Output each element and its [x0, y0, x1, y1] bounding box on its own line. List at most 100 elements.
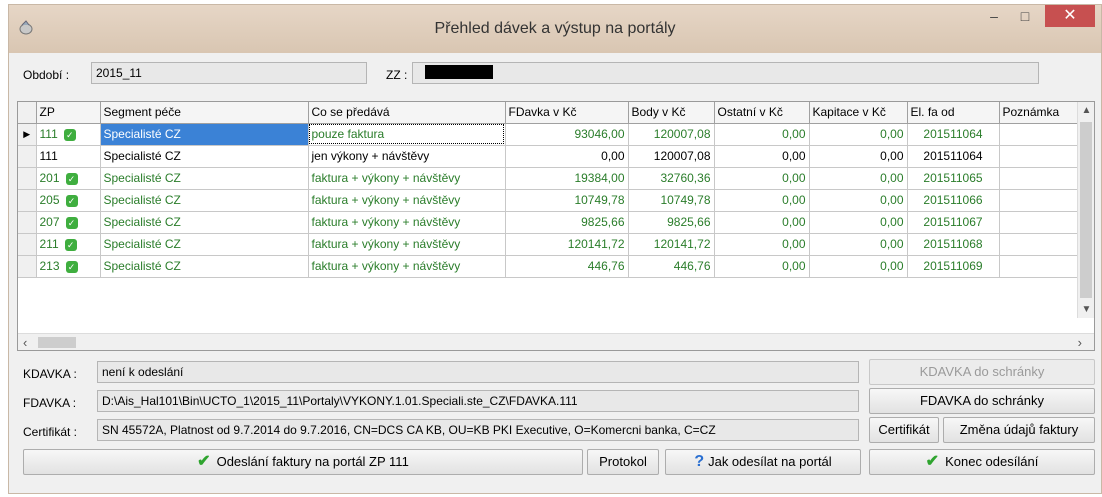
- cell-body[interactable]: 120007,08: [628, 123, 715, 146]
- cell-elfa[interactable]: 201511068: [907, 233, 1000, 256]
- kdavka-field[interactable]: není k odeslání: [97, 361, 859, 383]
- cell-zp[interactable]: 205 ✓: [36, 189, 101, 212]
- scroll-down-icon[interactable]: ▼: [1078, 304, 1095, 315]
- cell-kapitace[interactable]: 0,00: [809, 255, 908, 278]
- column-header-elfa[interactable]: El. fa od: [907, 102, 1000, 124]
- fdavka-path-field[interactable]: D:\Ais_Hal101\Bin\UCTO_1\2015_11\Portaly…: [97, 390, 859, 412]
- zz-field[interactable]: [412, 62, 1039, 84]
- scroll-right-icon[interactable]: ›: [1078, 334, 1082, 351]
- cell-body[interactable]: 120007,08: [628, 145, 715, 168]
- cell-body[interactable]: 10749,78: [628, 189, 715, 212]
- cell-segment[interactable]: Specialisté CZ: [100, 167, 309, 190]
- column-header-body[interactable]: Body v Kč: [628, 102, 715, 124]
- cell-zp[interactable]: 201 ✓: [36, 167, 101, 190]
- cell-co[interactable]: faktura + výkony + návštěvy: [308, 167, 506, 190]
- column-header-fdavka[interactable]: FDavka v Kč: [505, 102, 629, 124]
- period-field[interactable]: 2015_11: [91, 62, 367, 84]
- cell-poznamka[interactable]: [999, 189, 1080, 212]
- cell-ostatni[interactable]: 0,00: [714, 211, 810, 234]
- cell-zp[interactable]: 111 ✓: [36, 123, 101, 146]
- cell-fdavka[interactable]: 9825,66: [505, 211, 629, 234]
- cell-poznamka[interactable]: [999, 167, 1080, 190]
- table-row[interactable]: 111 Specialisté CZ jen výkony + návštěvy…: [18, 145, 1080, 168]
- cell-fdavka[interactable]: 10749,78: [505, 189, 629, 212]
- vertical-scrollbar[interactable]: ▲ ▼: [1077, 102, 1094, 318]
- cell-elfa[interactable]: 201511064: [907, 123, 1000, 146]
- cell-segment[interactable]: Specialisté CZ: [100, 145, 309, 168]
- vertical-scroll-thumb[interactable]: [1080, 122, 1092, 298]
- cell-poznamka[interactable]: [999, 233, 1080, 256]
- cell-co[interactable]: faktura + výkony + návštěvy: [308, 189, 506, 212]
- certificate-button[interactable]: Certifikát: [869, 417, 939, 443]
- cell-elfa[interactable]: 201511065: [907, 167, 1000, 190]
- change-invoice-data-button[interactable]: Změna údajů faktury: [943, 417, 1095, 443]
- column-header-ostatni[interactable]: Ostatní v Kč: [714, 102, 810, 124]
- cell-poznamka[interactable]: [999, 145, 1080, 168]
- cell-ostatni[interactable]: 0,00: [714, 189, 810, 212]
- cell-ostatni[interactable]: 0,00: [714, 145, 810, 168]
- cell-ostatni[interactable]: 0,00: [714, 255, 810, 278]
- cell-ostatni[interactable]: 0,00: [714, 233, 810, 256]
- horizontal-scroll-thumb[interactable]: [38, 337, 76, 348]
- cell-poznamka[interactable]: [999, 255, 1080, 278]
- cell-kapitace[interactable]: 0,00: [809, 233, 908, 256]
- cell-ostatni[interactable]: 0,00: [714, 123, 810, 146]
- finish-sending-button[interactable]: ✔ Konec odesílání: [869, 449, 1095, 475]
- certificate-field[interactable]: SN 45572A, Platnost od 9.7.2014 do 9.7.2…: [97, 419, 859, 441]
- cell-fdavka[interactable]: 446,76: [505, 255, 629, 278]
- cell-ostatni[interactable]: 0,00: [714, 167, 810, 190]
- column-header-kapitace[interactable]: Kapitace v Kč: [809, 102, 908, 124]
- cell-segment[interactable]: Specialisté CZ: [100, 233, 309, 256]
- cell-zp[interactable]: 207 ✓: [36, 211, 101, 234]
- cell-co[interactable]: faktura + výkony + návštěvy: [308, 211, 506, 234]
- cell-poznamka[interactable]: [999, 123, 1080, 146]
- cell-elfa[interactable]: 201511067: [907, 211, 1000, 234]
- table-row[interactable]: 201 ✓ Specialisté CZ faktura + výkony + n…: [18, 167, 1080, 190]
- cell-zp[interactable]: 111: [36, 145, 101, 168]
- cell-elfa[interactable]: 201511064: [907, 145, 1000, 168]
- table-row[interactable]: 205 ✓ Specialisté CZ faktura + výkony + n…: [18, 189, 1080, 212]
- howto-send-button[interactable]: ? Jak odesílat na portál: [665, 449, 861, 475]
- horizontal-scrollbar[interactable]: ‹ ›: [18, 333, 1094, 350]
- cell-kapitace[interactable]: 0,00: [809, 189, 908, 212]
- cell-kapitace[interactable]: 0,00: [809, 123, 908, 146]
- protocol-button[interactable]: Protokol: [587, 449, 659, 475]
- cell-body[interactable]: 120141,72: [628, 233, 715, 256]
- maximize-button[interactable]: □: [1010, 5, 1040, 27]
- table-row[interactable]: 207 ✓ Specialisté CZ faktura + výkony + n…: [18, 211, 1080, 234]
- cell-zp[interactable]: 211 ✓: [36, 233, 101, 256]
- cell-kapitace[interactable]: 0,00: [809, 145, 908, 168]
- close-button[interactable]: ✕: [1045, 5, 1095, 27]
- minimize-button[interactable]: –: [979, 5, 1009, 27]
- cell-co[interactable]: faktura + výkony + návštěvy: [308, 255, 506, 278]
- cell-co[interactable]: jen výkony + návštěvy: [308, 145, 506, 168]
- cell-fdavka[interactable]: 0,00: [505, 145, 629, 168]
- column-header-poznamka[interactable]: Poznámka: [999, 102, 1080, 124]
- cell-segment[interactable]: Specialisté CZ: [100, 211, 309, 234]
- column-header-zp[interactable]: ZP: [36, 102, 101, 124]
- cell-fdavka[interactable]: 120141,72: [505, 233, 629, 256]
- cell-co[interactable]: faktura + výkony + návštěvy: [308, 233, 506, 256]
- cell-segment[interactable]: Specialisté CZ: [100, 123, 309, 146]
- cell-co[interactable]: pouze faktura: [308, 123, 506, 146]
- send-invoice-button[interactable]: ✔ Odeslání faktury na portál ZP 111: [23, 449, 583, 475]
- scroll-up-icon[interactable]: ▲: [1078, 105, 1095, 116]
- batches-grid[interactable]: ZP Segment péče Co se předává FDavka v K…: [17, 101, 1095, 351]
- table-row[interactable]: 211 ✓ Specialisté CZ faktura + výkony + n…: [18, 233, 1080, 256]
- scroll-left-icon[interactable]: ‹: [23, 334, 27, 351]
- cell-fdavka[interactable]: 93046,00: [505, 123, 629, 146]
- cell-kapitace[interactable]: 0,00: [809, 211, 908, 234]
- cell-fdavka[interactable]: 19384,00: [505, 167, 629, 190]
- fdavka-to-mailbox-button[interactable]: FDAVKA do schránky: [869, 388, 1095, 414]
- cell-kapitace[interactable]: 0,00: [809, 167, 908, 190]
- cell-zp[interactable]: 213 ✓: [36, 255, 101, 278]
- cell-body[interactable]: 32760,36: [628, 167, 715, 190]
- table-row[interactable]: ▶ 111 ✓ Specialisté CZ pouze faktura 9304…: [18, 123, 1080, 146]
- column-header-co[interactable]: Co se předává: [308, 102, 506, 124]
- column-header-segment[interactable]: Segment péče: [100, 102, 309, 124]
- cell-body[interactable]: 9825,66: [628, 211, 715, 234]
- table-row[interactable]: 213 ✓ Specialisté CZ faktura + výkony + n…: [18, 255, 1080, 278]
- kdavka-to-mailbox-button[interactable]: KDAVKA do schránky: [869, 359, 1095, 385]
- cell-elfa[interactable]: 201511069: [907, 255, 1000, 278]
- cell-body[interactable]: 446,76: [628, 255, 715, 278]
